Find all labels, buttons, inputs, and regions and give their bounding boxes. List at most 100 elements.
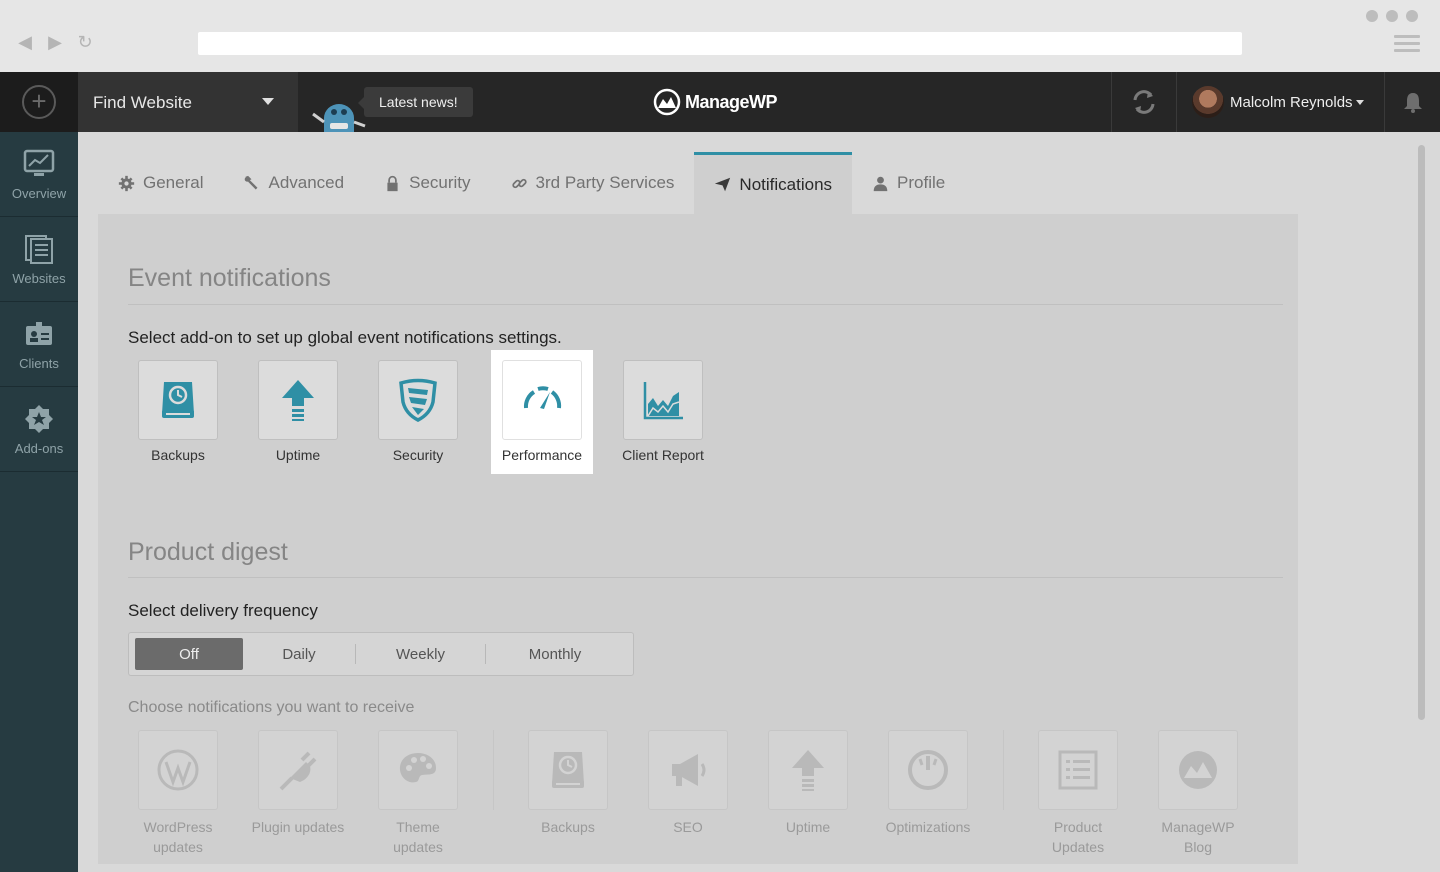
add-website-button[interactable]: +	[0, 72, 78, 132]
divider	[128, 577, 1283, 578]
frequency-label: Select delivery frequency	[128, 601, 318, 620]
notif-managewp-blog-button[interactable]	[1158, 730, 1238, 810]
notif-product-updates-button[interactable]	[1038, 730, 1118, 810]
tab-3rd-party-services[interactable]: 3rd Party Services	[491, 152, 695, 214]
find-website-dropdown[interactable]: Find Website	[78, 72, 298, 132]
speedometer-icon	[523, 386, 562, 409]
addon-label: Backups	[151, 447, 205, 463]
addon-label: Performance	[501, 447, 583, 463]
backup-drive-icon	[552, 752, 584, 788]
choose-notifications-label: Choose notifications you want to receive	[128, 699, 415, 716]
plug-icon	[279, 751, 317, 791]
list-icon	[1058, 750, 1098, 790]
addon-label: Uptime	[275, 447, 321, 463]
sidebar: Overview Websites Clients Add-ons	[0, 132, 78, 872]
notif-label: Backups	[541, 819, 595, 835]
avatar	[1192, 86, 1224, 118]
managewp-logo[interactable]: ManageWP	[653, 88, 778, 116]
browser-chrome: ◀ ▶ ↻	[0, 0, 1440, 72]
frequency-option-weekly[interactable]: Weekly	[356, 638, 485, 670]
addon-client-report-button[interactable]	[623, 360, 703, 440]
notif-plugin-updates-button[interactable]	[258, 730, 338, 810]
tab-label: Profile	[897, 173, 946, 192]
notif-theme-updates-button[interactable]	[378, 730, 458, 810]
up-arrow-icon	[282, 380, 314, 421]
tab-label: General	[143, 173, 204, 192]
sidebar-item-addons[interactable]: Add-ons	[0, 387, 78, 472]
megaphone-icon	[672, 754, 706, 786]
addon-label: Security	[392, 447, 444, 463]
browser-menu-icon[interactable]	[1394, 35, 1420, 56]
tab-profile[interactable]: Profile	[852, 152, 965, 214]
sync-button[interactable]	[1111, 72, 1177, 132]
addon-performance-button[interactable]	[502, 360, 582, 440]
event-instruction: Select add-on to set up global event not…	[128, 328, 562, 347]
browser-nav: ◀ ▶ ↻	[16, 32, 94, 53]
bell-icon	[1403, 93, 1422, 113]
managewp-logo-icon	[1179, 751, 1217, 789]
shield-icon	[399, 378, 437, 422]
scrollbar[interactable]	[1418, 145, 1425, 720]
notifications-bell-button[interactable]	[1384, 72, 1440, 132]
back-icon[interactable]: ◀	[16, 32, 34, 53]
notif-uptime-button[interactable]	[768, 730, 848, 810]
frequency-option-daily[interactable]: Daily	[243, 638, 355, 670]
latest-news-tooltip[interactable]: Latest news!	[358, 87, 473, 117]
notif-label: WordPress updates	[143, 819, 213, 855]
notif-label: Uptime	[785, 819, 831, 835]
lock-icon	[387, 175, 398, 191]
palette-icon	[399, 753, 436, 783]
notif-wordpress-updates-button[interactable]	[138, 730, 218, 810]
frequency-option-off[interactable]: Off	[135, 638, 243, 670]
notif-label: Optimizations	[885, 819, 971, 835]
area-chart-icon	[643, 382, 683, 420]
tab-label: Security	[409, 173, 471, 192]
notif-optimizations-button[interactable]	[888, 730, 968, 810]
gauge-icon	[908, 750, 948, 790]
paper-plane-icon	[715, 177, 731, 192]
wordpress-icon	[157, 749, 199, 791]
link-icon	[511, 178, 527, 188]
frequency-option-monthly[interactable]: Monthly	[486, 638, 624, 670]
sidebar-item-overview[interactable]: Overview	[0, 132, 78, 217]
addon-label: Client Report	[622, 447, 704, 463]
user-name: Malcolm Reynolds	[1230, 93, 1353, 111]
tab-advanced[interactable]: Advanced	[223, 152, 364, 214]
sidebar-item-clients[interactable]: Clients	[0, 302, 78, 387]
sidebar-item-label: Add-ons	[14, 440, 64, 456]
forward-icon[interactable]: ▶	[46, 32, 64, 53]
wrench-icon	[245, 175, 258, 189]
sidebar-item-label: Clients	[19, 355, 59, 371]
up-arrow-icon	[792, 750, 824, 791]
logo-text: ManageWP	[685, 91, 778, 112]
addon-backups-button[interactable]	[138, 360, 218, 440]
pages-icon	[25, 234, 53, 264]
notif-label: Plugin updates	[251, 819, 345, 835]
addon-uptime-button[interactable]	[258, 360, 338, 440]
gear-icon	[118, 175, 135, 191]
tab-label: Notifications	[739, 174, 833, 194]
addon-security-button[interactable]	[378, 360, 458, 440]
managewp-logo-icon	[653, 88, 681, 116]
user-icon	[873, 176, 888, 191]
tab-label: 3rd Party Services	[535, 173, 675, 192]
monitor-chart-icon	[23, 149, 55, 176]
notif-backups-button[interactable]	[528, 730, 608, 810]
divider	[128, 304, 1283, 305]
star-badge-icon	[25, 404, 53, 433]
tab-notifications[interactable]: Notifications	[694, 152, 853, 214]
tab-general[interactable]: General	[98, 152, 223, 214]
notif-label: SEO	[673, 819, 703, 835]
divider	[1003, 730, 1004, 810]
tab-security[interactable]: Security	[364, 152, 490, 214]
backup-drive-icon	[162, 382, 194, 418]
notif-seo-button[interactable]	[648, 730, 728, 810]
address-bar[interactable]	[198, 32, 1242, 55]
notif-label: ManageWP Blog	[1161, 819, 1235, 855]
frequency-selector: Off Daily Weekly Monthly	[128, 632, 634, 676]
user-menu[interactable]: Malcolm Reynolds	[1178, 72, 1383, 132]
tab-label: Advanced	[268, 173, 345, 192]
id-card-icon	[26, 321, 52, 345]
reload-icon[interactable]: ↻	[76, 32, 94, 53]
sidebar-item-websites[interactable]: Websites	[0, 217, 78, 302]
